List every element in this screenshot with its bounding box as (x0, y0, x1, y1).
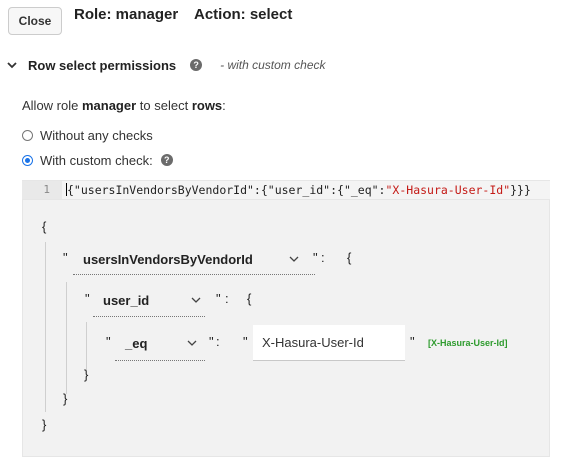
option-without-checks[interactable]: Without any checks (22, 127, 153, 143)
dotted-underline (93, 316, 205, 317)
value-input[interactable]: X-Hasura-User-Id (253, 325, 405, 361)
radio-without-checks[interactable] (22, 129, 33, 141)
chevron-down-icon[interactable] (289, 256, 299, 262)
help-icon[interactable]: ? (160, 154, 173, 166)
option-custom-check[interactable]: With custom check: ? (22, 152, 173, 168)
allow-text: Allow role manager to select rows: (22, 98, 226, 113)
open-brace: { (347, 250, 352, 265)
radio-custom-check[interactable] (22, 154, 33, 166)
code-part-1: {"usersInVendorsByVendorId":{"user_id":{… (67, 183, 386, 197)
allow-target: rows (191, 98, 223, 113)
allow-middle: to select (136, 98, 192, 113)
chevron-down-icon[interactable] (187, 340, 197, 346)
chevron-down-icon[interactable] (191, 297, 201, 303)
header: Close (8, 6, 62, 36)
nest-line (45, 242, 46, 412)
close-brace: } (42, 417, 47, 432)
level2-key: user_id (103, 292, 150, 308)
code-line[interactable]: {"usersInVendorsByVendorId":{"user_id":{… (66, 181, 531, 199)
role-title: Role: manager (74, 6, 179, 23)
colon: : (321, 250, 325, 265)
close-brace: } (84, 367, 89, 382)
quote: " (85, 291, 90, 306)
level1-key-select[interactable]: usersInVendorsByVendorId (83, 250, 303, 268)
level1-key: usersInVendorsByVendorId (83, 251, 253, 267)
operator-select[interactable]: _eq (125, 334, 197, 352)
help-icon[interactable]: ? (190, 59, 203, 71)
quote: " (106, 334, 111, 349)
allow-prefix: Allow role (22, 98, 82, 113)
quote: " (313, 250, 318, 265)
action-title: Action: select (194, 6, 293, 23)
option-label: Without any checks (40, 127, 153, 143)
operator-key: _eq (125, 335, 148, 351)
code-string: "X-Hasura-User-Id" (385, 183, 511, 197)
quote: " (243, 334, 248, 349)
allow-role: manager (81, 98, 137, 113)
colon: : (225, 291, 229, 306)
colon: : (216, 334, 220, 349)
permission-builder: { } " usersInVendorsByVendorId " : { } "… (22, 199, 550, 457)
code-editor[interactable]: 1 {"usersInVendorsByVendorId":{"user_id"… (22, 180, 550, 200)
line-number: 1 (22, 181, 62, 199)
open-brace: { (247, 291, 252, 306)
level2-key-select[interactable]: user_id (103, 291, 201, 309)
nest-line (86, 322, 87, 370)
open-brace: { (42, 219, 47, 234)
close-button[interactable]: Close (8, 7, 62, 35)
session-variable-hint: [X-Hasura-User-Id] (428, 338, 508, 348)
close-brace: } (63, 391, 68, 406)
dotted-underline (73, 274, 315, 275)
chevron-down-icon[interactable] (6, 59, 18, 71)
quote: " (63, 250, 68, 265)
nest-line (66, 282, 67, 394)
section-note: - with custom check (220, 58, 326, 72)
quote: " (209, 334, 214, 349)
section-header[interactable]: Row select permissions ? - with custom c… (6, 56, 326, 74)
section-title: Row select permissions (28, 57, 177, 73)
dotted-underline (115, 360, 205, 361)
code-part-2: }}} (510, 183, 531, 197)
quote: " (216, 291, 221, 306)
option-label: With custom check: (40, 152, 153, 168)
quote: " (410, 334, 415, 349)
allow-suffix: : (222, 98, 226, 113)
